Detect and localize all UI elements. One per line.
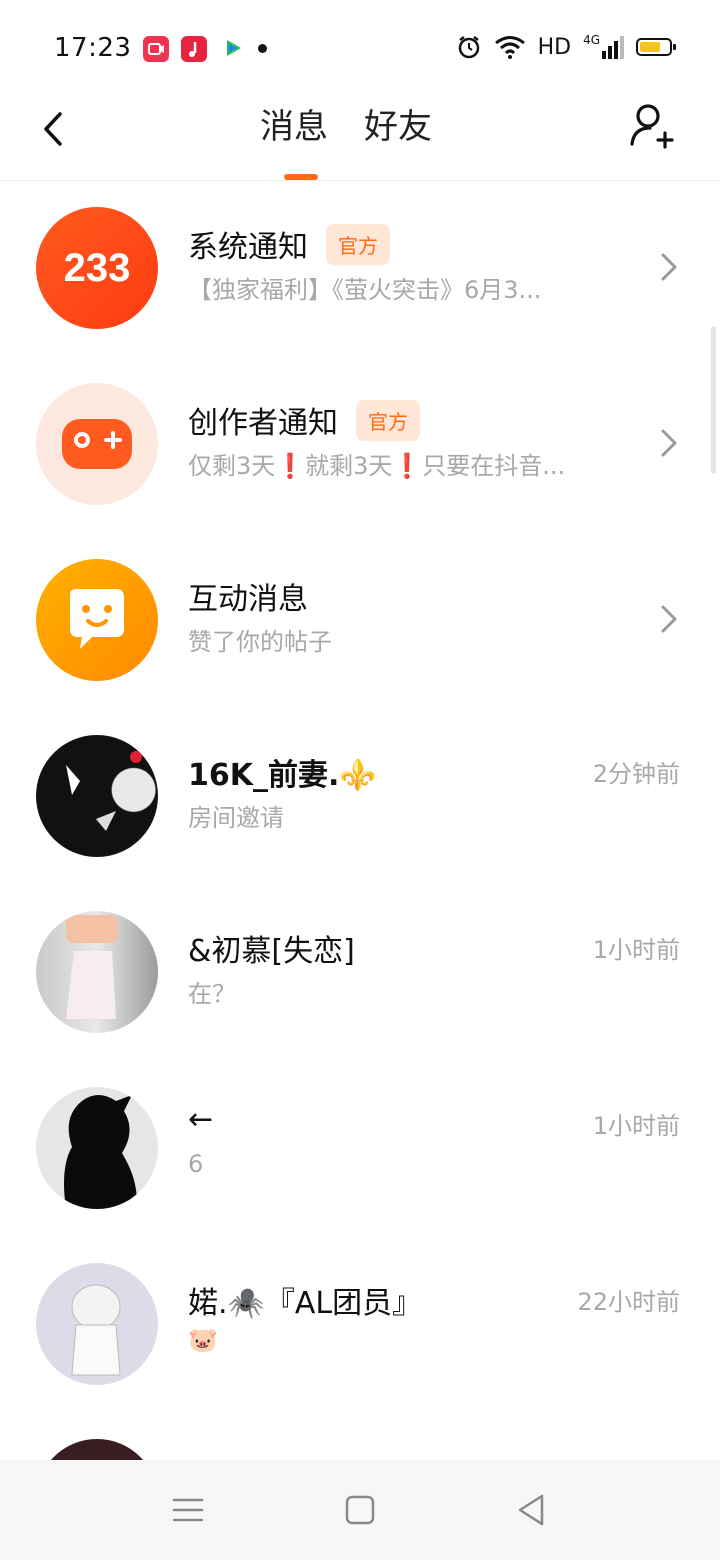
gamepad-icon	[62, 419, 132, 469]
wifi-icon	[494, 36, 525, 59]
notification-dot	[258, 44, 267, 53]
chevron-right-icon	[661, 253, 677, 281]
conversation-name: 系统通知	[188, 230, 308, 265]
battery-icon	[636, 38, 676, 56]
cellular-label: 4G	[583, 32, 600, 47]
list-item-user-4[interactable]: 婼.🕷️『AL团员』 🐷 22小时前	[0, 1238, 720, 1414]
scrollbar[interactable]	[711, 326, 716, 474]
chat-bubble-avatar	[36, 559, 158, 681]
message-time: 2分钟前	[592, 760, 680, 788]
conversation-name: 16K_前妻.⚜️	[188, 758, 377, 793]
user-avatar	[36, 735, 158, 857]
conversation-name: ←	[188, 1102, 214, 1137]
list-item-partial[interactable]	[0, 1414, 720, 1460]
list-item-creator-notice[interactable]: 创作者通知 官方 仅剩3天❗就剩3天❗只要在抖音...	[0, 358, 720, 534]
avatar-text: 233	[63, 245, 131, 290]
network-label: HD	[537, 34, 572, 60]
screen-recorder-icon	[143, 36, 169, 62]
tab-messages[interactable]: 消息	[260, 104, 328, 180]
music-app-icon	[181, 36, 207, 62]
list-item-user-3[interactable]: ← 6 1小时前	[0, 1062, 720, 1238]
message-preview: 🐷	[188, 1326, 218, 1354]
signal-icon: 4G	[583, 32, 624, 59]
user-avatar	[36, 1263, 158, 1385]
user-avatar	[36, 1087, 158, 1209]
list-item-interaction[interactable]: 互动消息 赞了你的帖子	[0, 534, 720, 710]
chat-bubble-icon	[70, 589, 124, 649]
message-preview: 仅剩3天❗就剩3天❗只要在抖音...	[188, 452, 566, 480]
menu-icon[interactable]	[166, 1488, 210, 1532]
status-time: 17:23	[54, 33, 132, 63]
alarm-icon	[458, 36, 479, 59]
message-preview: 6	[188, 1150, 204, 1178]
list-item-user-2[interactable]: &初慕[失恋] 在？ 1小时前	[0, 886, 720, 1062]
official-badge: 官方	[326, 223, 390, 265]
system-nav-bar	[0, 1460, 720, 1560]
status-bar: 17:23 HD 4G	[0, 0, 720, 96]
back-button[interactable]	[32, 104, 76, 154]
video-app-icon	[220, 36, 246, 62]
message-time: 1小时前	[592, 936, 680, 964]
tab-friends[interactable]: 好友	[364, 104, 432, 154]
gamepad-avatar	[36, 383, 158, 505]
chevron-right-icon	[661, 429, 677, 457]
message-list: 233 系统通知 官方 【独家福利】《萤火突击》6月3... 创作者通知 官方 …	[0, 182, 720, 1460]
logo-233-avatar: 233	[36, 207, 158, 329]
home-square-icon[interactable]	[338, 1488, 382, 1532]
conversation-name: 互动消息	[188, 582, 308, 617]
message-time: 1小时前	[592, 1112, 680, 1140]
message-preview: 在？	[188, 980, 236, 1008]
conversation-name: 创作者通知	[188, 406, 338, 441]
message-time: 22小时前	[577, 1288, 680, 1316]
header: 消息 好友	[0, 96, 720, 181]
conversation-name: 婼.🕷️『AL团员』	[188, 1286, 423, 1321]
message-preview: 房间邀请	[188, 804, 284, 832]
back-triangle-icon[interactable]	[510, 1488, 554, 1532]
list-item-system-notice[interactable]: 233 系统通知 官方 【独家福利】《萤火突击》6月3...	[0, 182, 720, 358]
chevron-right-icon	[661, 605, 677, 633]
add-friend-button[interactable]	[626, 100, 674, 154]
conversation-name: &初慕[失恋]	[188, 934, 355, 969]
list-item-user-1[interactable]: 16K_前妻.⚜️ 房间邀请 2分钟前	[0, 710, 720, 886]
official-badge: 官方	[356, 399, 420, 441]
user-avatar	[36, 1439, 158, 1460]
tab-bar: 消息 好友	[260, 104, 432, 180]
message-preview: 赞了你的帖子	[188, 628, 332, 656]
user-avatar	[36, 911, 158, 1033]
message-preview: 【独家福利】《萤火突击》6月3...	[188, 276, 542, 304]
